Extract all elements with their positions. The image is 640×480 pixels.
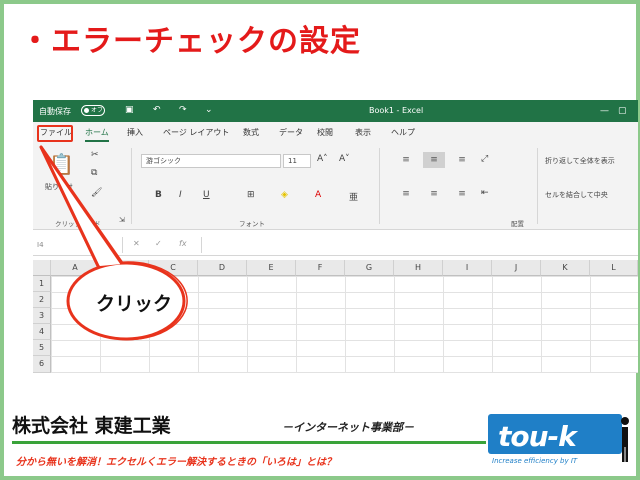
customize-quick-access-icon[interactable]: ⌄ [205,105,213,115]
paste-label[interactable]: 貼り付け [45,182,73,192]
ribbon-separator [131,148,132,224]
align-top-button[interactable]: ≡ [395,152,417,168]
tab-data[interactable]: データ [279,127,303,138]
column-header[interactable]: C [149,260,198,276]
row-header[interactable]: 5 [33,340,51,356]
merge-center-button[interactable]: セルを結合して中央 [545,190,608,200]
paste-icon[interactable]: 📋 [49,152,74,176]
font-name-select[interactable]: 游ゴシック [141,154,281,168]
column-header[interactable]: L [590,260,638,276]
restore-icon[interactable]: ▢ [618,106,627,116]
ribbon-separator [537,148,538,224]
alignment-group-label: 配置 [511,220,524,228]
name-box[interactable]: I4 [33,237,123,253]
orientation-icon[interactable]: ⤢ [481,154,488,164]
minimize-icon[interactable]: — [600,106,609,116]
document-title: Book1 - Excel [369,106,424,115]
dialog-launcher-icon[interactable]: ⇲ [119,216,125,224]
footer-tagline: 分から無いを解消！エクセルくエラー解決するときの「いろは」とは？ [16,457,336,468]
autosave-label: 自動保存 [39,107,71,116]
select-all-corner[interactable] [33,260,51,276]
excel-titlebar: 自動保存 オフ ▣ ↶ ↷ ⌄ Book1 - Excel — ▢ [33,100,638,122]
row-header[interactable]: 3 [33,308,51,324]
logo-subtitle: Increase efficiency by IT [492,457,578,465]
copy-icon[interactable]: ⧉ [91,168,97,178]
column-header[interactable]: I [443,260,492,276]
column-header[interactable]: B [100,260,149,276]
tab-home[interactable]: ホーム [85,127,109,142]
column-header[interactable]: F [296,260,345,276]
column-header[interactable]: K [541,260,590,276]
undo-icon[interactable]: ↶ [153,105,161,115]
decrease-font-icon[interactable]: A˅ [339,154,350,164]
column-header[interactable]: E [247,260,296,276]
align-left-button[interactable]: ≡ [395,186,417,202]
company-name: 株式会社 東建工業 [12,415,171,437]
indent-icon[interactable]: ⇤ [481,188,489,198]
window-controls: — ▢ [596,100,638,122]
bold-button[interactable]: B [155,190,162,200]
logo-background: tou-k [488,414,622,454]
row-header[interactable]: 4 [33,324,51,340]
align-right-button[interactable]: ≡ [451,186,473,202]
row-header[interactable]: 6 [33,356,51,373]
person-figure-icon [621,417,629,462]
cancel-icon[interactable]: ✕ [133,239,140,248]
ribbon-separator [379,148,380,224]
align-bottom-button[interactable]: ≡ [451,152,473,168]
formula-input[interactable] [201,237,638,253]
tab-insert[interactable]: 挿入 [127,127,143,138]
row-header[interactable]: 2 [33,292,51,308]
tab-formulas[interactable]: 数式 [243,127,259,138]
slide-title: ・エラーチェックの設定 [20,24,361,59]
ribbon: 📋 貼り付け ✂ ⧉ 🖌 クリップボード ⇲ 游ゴシック 11 A˄ A˅ B … [33,142,638,230]
underline-button[interactable]: U [203,190,210,200]
cut-icon[interactable]: ✂ [91,150,99,160]
autosave-toggle[interactable]: オフ [81,105,105,116]
tab-view[interactable]: 表示 [355,127,371,138]
enter-icon[interactable]: ✓ [155,239,162,248]
font-size-select[interactable]: 11 [283,154,311,168]
wrap-text-button[interactable]: 折り返して全体を表示 [545,156,615,166]
logo-text: tou-k [498,420,577,453]
borders-icon[interactable]: ⊞ [247,190,255,200]
footer-divider [12,441,486,444]
fill-color-icon[interactable]: ◈ [281,190,288,200]
column-header[interactable]: G [345,260,394,276]
font-color-icon[interactable]: A [315,190,321,200]
ribbon-tabs: ファイル ホーム 挿入 ページ レイアウト 数式 データ 校閲 表示 ヘルプ [33,122,638,142]
align-center-button[interactable]: ≡ [423,186,445,202]
column-header[interactable]: D [198,260,247,276]
font-group-label: フォント [239,220,265,228]
column-header[interactable]: J [492,260,541,276]
row-header[interactable]: 1 [33,276,51,292]
footer-banner: 株式会社 東建工業 －インターネット事業部－ 分から無いを解消！エクセルくエラー… [4,401,636,476]
excel-window: 自動保存 オフ ▣ ↶ ↷ ⌄ Book1 - Excel — ▢ ファイル ホ… [33,100,638,373]
align-middle-button[interactable]: ≡ [423,152,445,168]
phonetic-icon[interactable]: 亜 [349,190,358,203]
department-name: －インターネット事業部－ [282,421,414,434]
column-header[interactable]: H [394,260,443,276]
tab-page-layout[interactable]: ページ レイアウト [163,127,229,138]
format-painter-icon[interactable]: 🖌 [91,188,102,198]
redo-icon[interactable]: ↷ [179,105,187,115]
column-header[interactable]: A [51,260,100,276]
tou-k-logo: tou-k Increase efficiency by IT [488,408,634,472]
tab-help[interactable]: ヘルプ [391,127,415,138]
file-tab-highlight [37,125,73,142]
spreadsheet-grid: A B C D E F G H I J K L 1 2 3 4 5 6 [33,260,638,373]
formula-bar: I4 ✕ ✓ fx [33,234,638,256]
insert-function-icon[interactable]: fx [179,239,187,248]
callout-text: クリック [95,293,172,315]
italic-button[interactable]: I [179,190,182,200]
increase-font-icon[interactable]: A˄ [317,154,328,164]
tab-review[interactable]: 校閲 [317,127,333,138]
save-icon[interactable]: ▣ [125,105,134,115]
clipboard-group-label: クリップボード [55,220,101,228]
